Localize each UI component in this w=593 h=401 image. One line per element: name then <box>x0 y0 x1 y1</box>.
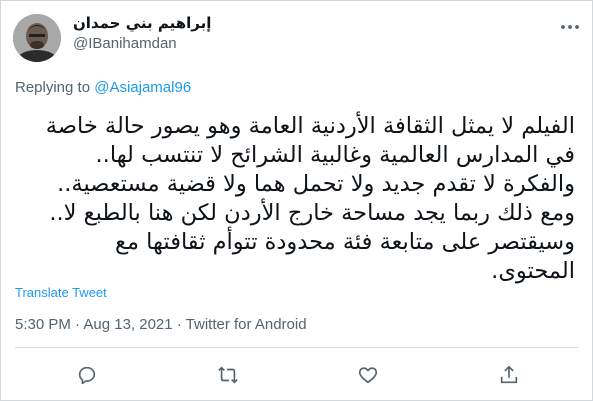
tweet-line: الفيلم لا يمثل الثقافة الأردنية العامة و… <box>45 113 575 139</box>
more-options-icon[interactable] <box>559 16 581 38</box>
tweet-line: وسيقتصر على متابعة فئة محدودة تتوأم ثقاف… <box>115 229 575 255</box>
tweet-text: الفيلم لا يمثل الثقافة الأردنية العامة و… <box>15 112 575 286</box>
divider <box>15 347 578 348</box>
reply-mention-link[interactable]: @Asiajamal96 <box>94 79 191 96</box>
share-button[interactable] <box>496 362 522 388</box>
replying-to: Replying to @Asiajamal96 <box>15 79 191 96</box>
like-icon <box>358 367 378 384</box>
reply-button[interactable] <box>74 362 100 388</box>
tweet-line: المحتوى. <box>491 258 575 284</box>
retweet-icon <box>218 366 238 384</box>
replying-to-label: Replying to <box>15 79 91 96</box>
tweet-meta[interactable]: 5:30 PM · Aug 13, 2021 · Twitter for And… <box>15 316 307 333</box>
reply-icon <box>78 366 96 385</box>
retweet-button[interactable] <box>215 362 241 388</box>
translate-tweet-link[interactable]: Translate Tweet <box>15 285 107 300</box>
avatar[interactable] <box>13 14 61 62</box>
like-button[interactable] <box>355 362 381 388</box>
share-icon <box>500 365 518 384</box>
action-bar <box>0 362 593 388</box>
author-handle[interactable]: @IBanihamdan <box>73 34 211 54</box>
tweet-line: والفكرة لا تقدم جديد ولا تحمل هما ولا قض… <box>57 171 575 197</box>
tweet-line: ومع ذلك ربما يجد مساحة خارج الأردن لكن ه… <box>49 200 575 226</box>
tweet-line: في المدارس العالمية وغالبية الشرائح لا ت… <box>95 142 575 168</box>
author-display-name[interactable]: إبراهيم بني حمدان <box>73 13 211 33</box>
